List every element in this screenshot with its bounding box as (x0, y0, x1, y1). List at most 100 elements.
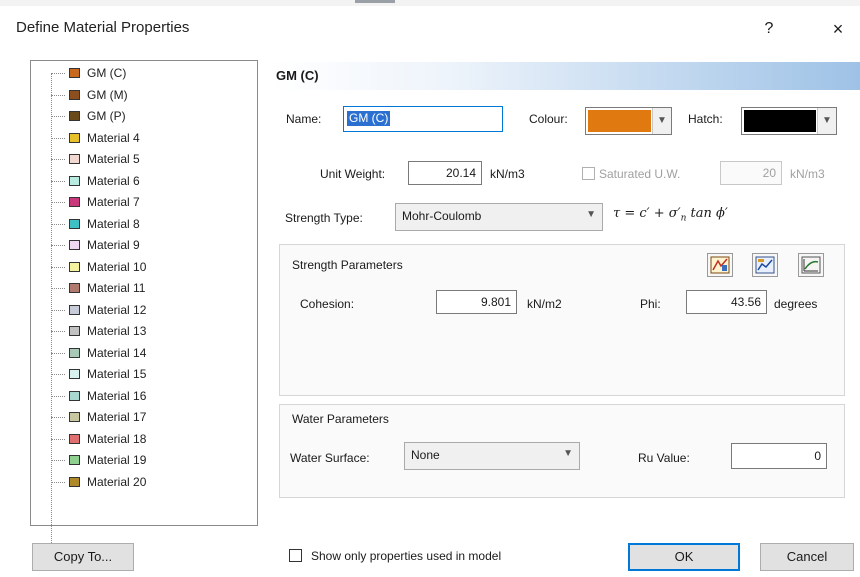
cohesion-unit: kN/m2 (527, 297, 562, 311)
tree-item-material[interactable]: Material 14 (51, 345, 241, 361)
tree-item-material[interactable]: Material 18 (51, 431, 241, 447)
material-color-swatch (69, 197, 80, 207)
tree-item-material[interactable]: Material 7 (51, 194, 241, 210)
tree-branch-line (51, 395, 65, 397)
tree-branch-line (51, 352, 65, 354)
hatch-swatch (744, 110, 816, 132)
window-top-mark (355, 0, 395, 3)
strength-envelope-icon[interactable] (798, 253, 824, 277)
tree-item-label: Material 15 (87, 367, 147, 381)
material-color-swatch (69, 433, 80, 444)
tree-item-material[interactable]: Material 13 (51, 323, 241, 339)
material-color-swatch (69, 218, 80, 229)
tree-item-label: Material 12 (87, 302, 147, 317)
tree-item-label: Material 13 (87, 324, 147, 338)
tree-branch-line (51, 73, 65, 74)
strength-type-select[interactable]: Mohr-Coulomb ▼ (395, 203, 603, 231)
material-color-swatch (69, 283, 80, 293)
phi-field[interactable]: 43.56 (686, 290, 767, 314)
unit-weight-field[interactable]: 20.14 (408, 161, 482, 185)
strength-plot-icon[interactable] (752, 253, 778, 277)
tree-branch-line (51, 180, 65, 182)
tree-item-material[interactable]: Material 12 (51, 302, 241, 318)
tree-item-label: Material 5 (87, 152, 140, 166)
chevron-down-icon: ▼ (817, 108, 836, 134)
tree-item-material[interactable]: Material 20 (51, 474, 241, 490)
tree-item-label: Material 17 (87, 410, 147, 424)
saturated-uw-label: Saturated U.W. (599, 167, 681, 181)
tree-item-label: Material 20 (87, 474, 147, 489)
water-surface-select[interactable]: None ▼ (404, 442, 580, 470)
tree-branch-line (51, 460, 65, 461)
phi-unit: degrees (774, 297, 818, 311)
tree-item-material[interactable]: Material 6 (51, 173, 241, 189)
tree-item-label: Material 4 (87, 130, 140, 145)
ru-value-field[interactable]: 0 (731, 443, 827, 469)
name-field[interactable]: GM (C) (343, 106, 503, 132)
tree-item-label: GM (P) (87, 109, 126, 123)
cohesion-label: Cohesion: (300, 297, 355, 311)
chevron-down-icon: ▼ (652, 108, 671, 134)
colour-picker[interactable]: ▼ (585, 107, 672, 135)
show-only-used-label: Show only properties used in model (311, 549, 502, 563)
saturated-uw-checkbox[interactable] (582, 167, 595, 180)
tree-item-material[interactable]: Material 8 (51, 216, 241, 232)
tree-item-material[interactable]: Material 5 (51, 151, 241, 167)
tree-item-label: Material 9 (87, 238, 140, 252)
material-color-swatch (69, 390, 80, 401)
tree-item-material[interactable]: Material 17 (51, 409, 241, 425)
material-tree[interactable]: GM (C) GM (M) GM (P) Material 4 Material 5 Ma… (30, 60, 258, 549)
tree-item-label: Material 7 (87, 195, 140, 209)
close-button[interactable]: × (818, 14, 858, 44)
tree-item-material[interactable]: GM (M) (51, 87, 241, 103)
material-color-swatch (69, 455, 80, 465)
tree-item-material[interactable]: Material 16 (51, 388, 241, 404)
tree-item-material[interactable]: Material 4 (51, 130, 241, 146)
saturated-uw-field[interactable]: 20 (720, 161, 782, 185)
ru-value-label: Ru Value: (638, 451, 690, 465)
tree-item-material[interactable]: Material 19 (51, 452, 241, 468)
cohesion-field[interactable]: 9.801 (436, 290, 517, 314)
material-color-swatch (69, 304, 80, 315)
tree-item-material[interactable]: Material 10 (51, 259, 241, 275)
show-only-used-checkbox[interactable] (289, 549, 302, 562)
material-color-swatch (69, 261, 80, 272)
saturated-uw-unit: kN/m3 (790, 167, 825, 181)
tree-branch-line (51, 245, 65, 246)
hatch-picker[interactable]: ▼ (741, 107, 837, 135)
tree-item-label: Material 19 (87, 453, 147, 467)
material-color-swatch (69, 89, 80, 100)
copy-to-button[interactable]: Copy To... (32, 543, 134, 571)
tree-branch-line (51, 202, 65, 203)
name-field-value: GM (C) (347, 111, 391, 126)
tree-branch-line (51, 288, 65, 289)
tree-item-material[interactable]: Material 9 (51, 237, 241, 253)
title-bar: Define Material Properties ? × (0, 6, 860, 46)
water-surface-label: Water Surface: (290, 451, 370, 465)
tree-branch-line (51, 417, 65, 418)
tree-item-material[interactable]: Material 15 (51, 366, 241, 382)
material-color-swatch (69, 369, 80, 379)
tree-item-label: Material 18 (87, 431, 147, 446)
material-header-bar: GM (C) (270, 62, 860, 90)
help-button[interactable]: ? (752, 14, 786, 44)
strength-type-value: Mohr-Coulomb (402, 209, 482, 223)
material-color-swatch (69, 68, 80, 78)
strength-function-icon[interactable] (707, 253, 733, 277)
tree-branch-line (51, 438, 65, 440)
tree-branch-line (51, 331, 65, 332)
material-color-swatch (69, 132, 80, 143)
tree-item-label: GM (C) (87, 66, 127, 80)
tree-item-material[interactable]: Material 11 (51, 280, 241, 296)
tree-item-material[interactable]: GM (C) (51, 65, 241, 81)
tree-branch-line (51, 374, 65, 375)
hatch-label: Hatch: (688, 112, 723, 126)
cancel-button[interactable]: Cancel (760, 543, 854, 571)
tree-item-label: Material 6 (87, 173, 140, 188)
ok-button[interactable]: OK (628, 543, 740, 571)
tree-item-material[interactable]: GM (P) (51, 108, 241, 124)
chevron-down-icon: ▼ (586, 209, 596, 220)
name-label: Name: (286, 112, 322, 126)
window-title: Define Material Properties (16, 19, 190, 36)
tree-branch-line (51, 309, 65, 311)
